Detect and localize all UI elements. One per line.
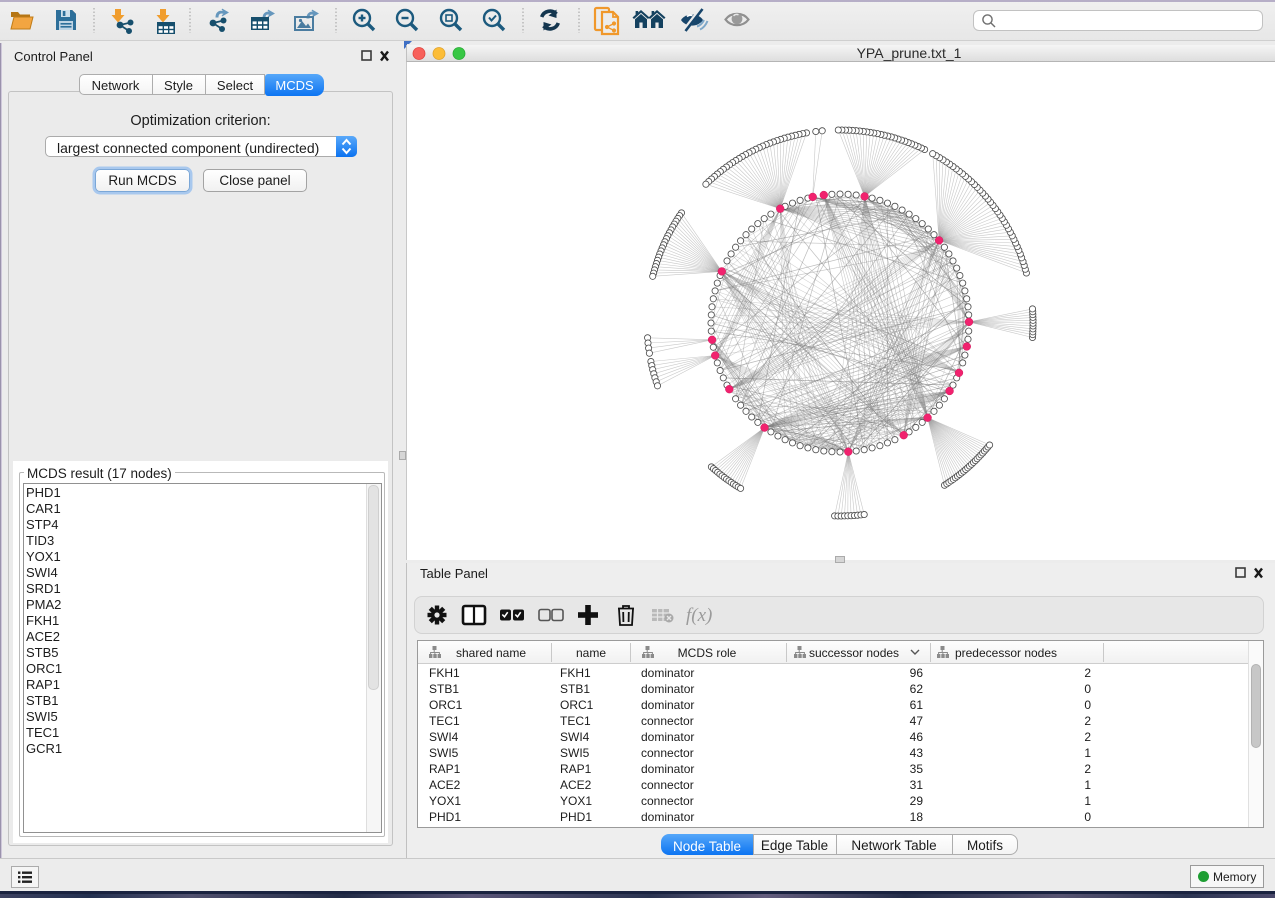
- svg-text:f(x): f(x): [686, 605, 712, 626]
